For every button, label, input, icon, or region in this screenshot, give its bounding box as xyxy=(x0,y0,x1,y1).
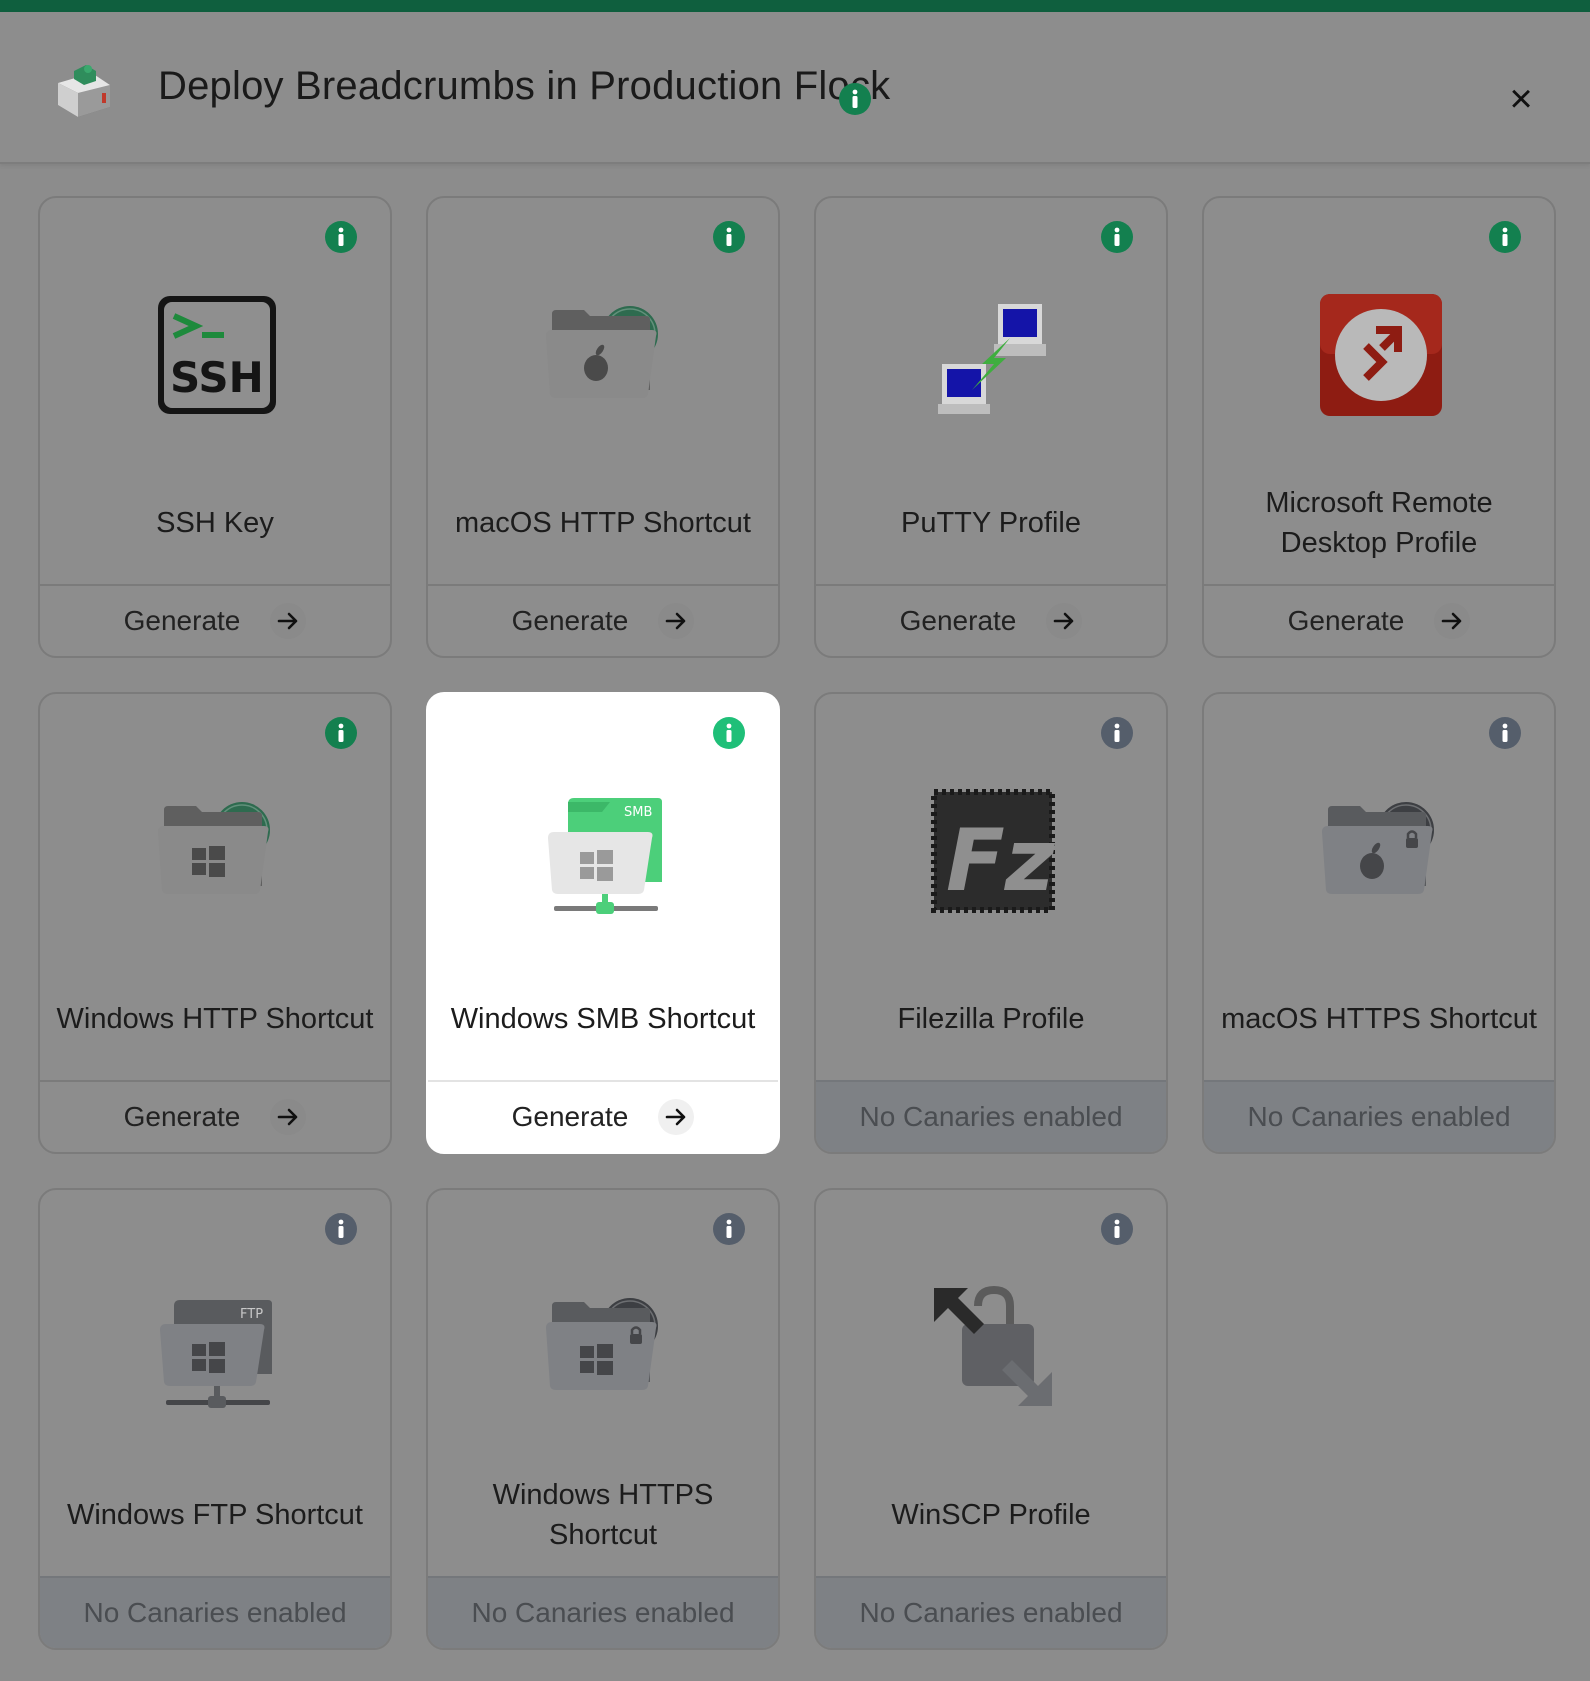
ssh-terminal-icon: SSH xyxy=(152,290,282,420)
disabled-status: No Canaries enabled xyxy=(1204,1080,1554,1152)
breadcrumb-card[interactable]: SSH SSH Key Generate xyxy=(38,196,392,658)
info-icon[interactable] xyxy=(712,716,746,750)
status-label: No Canaries enabled xyxy=(859,1101,1123,1132)
arrow-right-icon xyxy=(658,603,695,639)
info-icon[interactable] xyxy=(324,1212,358,1246)
card-label: PuTTY Profile xyxy=(901,507,1081,539)
breadcrumb-card: Windows HTTPS Shortcut No Canaries enabl… xyxy=(426,1188,780,1650)
card-label: Windows SMB Shortcut xyxy=(450,1003,756,1035)
disabled-status: No Canaries enabled xyxy=(40,1576,390,1648)
generate-label: Generate xyxy=(511,1101,629,1132)
disabled-status: No Canaries enabled xyxy=(816,1080,1166,1152)
info-icon[interactable] xyxy=(712,220,746,254)
status-label: No Canaries enabled xyxy=(471,1597,735,1628)
breadcrumb-card[interactable]: Microsoft Remote Desktop Profile Generat… xyxy=(1202,196,1556,658)
breadcrumb-card[interactable]: Windows HTTP Shortcut Generate xyxy=(38,692,392,1154)
windows-ftp-folder-icon: FTP xyxy=(152,1282,282,1412)
card-label: SSH Key xyxy=(156,507,274,539)
generate-button[interactable]: Generate xyxy=(40,1080,390,1152)
info-icon[interactable] xyxy=(1100,716,1134,750)
windows-smb-folder-icon: SMB xyxy=(540,786,670,916)
remote-desktop-icon xyxy=(1316,290,1446,420)
generate-label: Generate xyxy=(899,605,1017,636)
card-label: Filezilla Profile xyxy=(897,1003,1085,1035)
macos-http-folder-icon xyxy=(540,290,670,420)
generate-label: Generate xyxy=(511,605,629,636)
windows-https-folder-icon xyxy=(540,1282,670,1412)
info-icon[interactable] xyxy=(1100,1212,1134,1246)
arrow-right-icon xyxy=(1046,603,1083,639)
disabled-status: No Canaries enabled xyxy=(816,1576,1166,1648)
info-icon[interactable] xyxy=(712,1212,746,1246)
generate-button[interactable]: Generate xyxy=(428,584,778,656)
ftp-tag: FTP xyxy=(240,1307,263,1322)
filezilla-icon: Fz xyxy=(928,786,1058,916)
breadcrumb-card: WinSCP Profile No Canaries enabled xyxy=(814,1188,1168,1650)
card-label: Microsoft Remote Desktop Profile xyxy=(1265,487,1493,559)
breadcrumb-card[interactable]: macOS HTTP Shortcut Generate xyxy=(426,196,780,658)
generate-label: Generate xyxy=(1287,605,1405,636)
breadcrumb-card: Fz Filezilla Profile No Canaries enabled xyxy=(814,692,1168,1154)
windows-http-folder-icon xyxy=(152,786,282,916)
arrow-right-icon xyxy=(1434,603,1471,639)
info-icon[interactable] xyxy=(1488,716,1522,750)
card-label: Windows FTP Shortcut xyxy=(66,1499,363,1531)
info-icon[interactable] xyxy=(324,220,358,254)
toaster-canary-icon xyxy=(52,57,116,121)
dialog-header: Deploy Breadcrumbs in Production Flock × xyxy=(0,12,1590,164)
generate-label: Generate xyxy=(123,605,241,636)
arrow-right-icon xyxy=(270,1099,307,1135)
close-button[interactable]: × xyxy=(1506,79,1536,119)
page-title: Deploy Breadcrumbs in Production Flock xyxy=(158,64,891,108)
info-icon[interactable] xyxy=(838,82,872,116)
generate-button[interactable]: Generate xyxy=(1204,584,1554,656)
info-icon[interactable] xyxy=(1100,220,1134,254)
generate-button[interactable]: Generate xyxy=(816,584,1166,656)
winscp-icon xyxy=(928,1282,1058,1412)
arrow-right-icon xyxy=(270,603,307,639)
card-label: Windows HTTPS Shortcut xyxy=(492,1479,714,1551)
svg-text:SSH: SSH xyxy=(170,353,264,402)
card-label: macOS HTTPS Shortcut xyxy=(1221,1003,1537,1035)
card-label: WinSCP Profile xyxy=(891,1499,1091,1531)
putty-computers-icon xyxy=(928,290,1058,420)
info-icon[interactable] xyxy=(324,716,358,750)
generate-label: Generate xyxy=(123,1101,241,1132)
smb-tag: SMB xyxy=(624,805,652,820)
disabled-status: No Canaries enabled xyxy=(428,1576,778,1648)
macos-https-folder-icon xyxy=(1316,786,1446,916)
top-accent-bar xyxy=(0,0,1590,12)
status-label: No Canaries enabled xyxy=(859,1597,1123,1628)
arrow-right-icon xyxy=(658,1099,695,1135)
breadcrumb-card[interactable]: SMB Windows SMB Shortcut Generate xyxy=(426,692,780,1154)
status-label: No Canaries enabled xyxy=(83,1597,347,1628)
breadcrumb-card: FTP Windows FTP Shortcut No Canaries ena… xyxy=(38,1188,392,1650)
breadcrumb-card: macOS HTTPS Shortcut No Canaries enabled xyxy=(1202,692,1556,1154)
svg-text:Fz: Fz xyxy=(946,811,1056,911)
info-icon[interactable] xyxy=(1488,220,1522,254)
status-label: No Canaries enabled xyxy=(1247,1101,1511,1132)
generate-button[interactable]: Generate xyxy=(428,1080,778,1152)
generate-button[interactable]: Generate xyxy=(40,584,390,656)
card-label: macOS HTTP Shortcut xyxy=(455,507,751,539)
breadcrumb-card[interactable]: PuTTY Profile Generate xyxy=(814,196,1168,658)
card-label: Windows HTTP Shortcut xyxy=(56,1003,374,1035)
